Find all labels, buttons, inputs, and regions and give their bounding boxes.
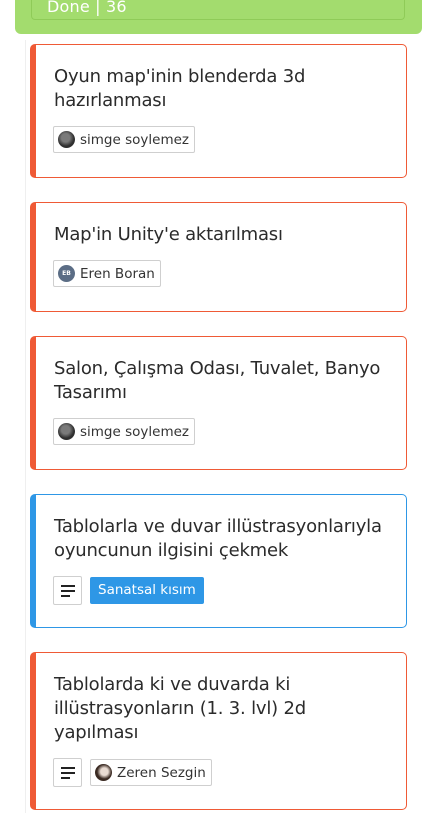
task-title[interactable]: Oyun map'inin blenderda 3d hazırlanması — [54, 65, 394, 113]
avatar — [58, 423, 75, 440]
task-meta: Sanatsal kısım — [53, 576, 204, 605]
task-card[interactable]: Map'in Unity'e aktarılması EB Eren Boran — [30, 202, 407, 312]
task-title[interactable]: Tablolarda ki ve duvarda ki illüstrasyon… — [54, 673, 394, 745]
description-lines-icon[interactable] — [53, 758, 82, 787]
assignee-chip[interactable]: Zeren Sezgin — [90, 759, 212, 786]
avatar — [58, 131, 75, 148]
assignee-chip[interactable]: simge soylemez — [53, 126, 195, 153]
description-lines-icon[interactable] — [53, 576, 82, 605]
column-title: Done | 36 — [47, 0, 127, 16]
task-meta: EB Eren Boran — [53, 260, 161, 287]
task-card[interactable]: Tablolarla ve duvar illüstrasyonlarıyla … — [30, 494, 407, 628]
task-title[interactable]: Map'in Unity'e aktarılması — [54, 223, 394, 247]
task-title[interactable]: Tablolarla ve duvar illüstrasyonlarıyla … — [54, 515, 394, 563]
assignee-name: Zeren Sezgin — [117, 764, 206, 781]
task-meta: simge soylemez — [53, 126, 195, 153]
column-header-bar: Done | 36 — [31, 0, 405, 20]
kanban-column-done: Done | 36 Oyun map'inin blenderda 3d haz… — [0, 0, 429, 813]
task-title[interactable]: Salon, Çalışma Odası, Tuvalet, Banyo Tas… — [54, 357, 394, 405]
task-card[interactable]: Oyun map'inin blenderda 3d hazırlanması … — [30, 44, 407, 178]
assignee-name: simge soylemez — [80, 423, 189, 440]
column-header[interactable]: Done | 36 — [15, 0, 422, 34]
task-meta: Zeren Sezgin — [53, 758, 212, 787]
label-chip[interactable]: Sanatsal kısım — [90, 577, 204, 604]
column-divider — [25, 40, 26, 813]
task-card[interactable]: Salon, Çalışma Odası, Tuvalet, Banyo Tas… — [30, 336, 407, 470]
assignee-chip[interactable]: EB Eren Boran — [53, 260, 161, 287]
task-meta: simge soylemez — [53, 418, 195, 445]
assignee-name: Eren Boran — [80, 265, 155, 282]
assignee-name: simge soylemez — [80, 131, 189, 148]
task-card[interactable]: Tablolarda ki ve duvarda ki illüstrasyon… — [30, 652, 407, 810]
avatar: EB — [58, 265, 75, 282]
avatar — [95, 764, 112, 781]
assignee-chip[interactable]: simge soylemez — [53, 418, 195, 445]
